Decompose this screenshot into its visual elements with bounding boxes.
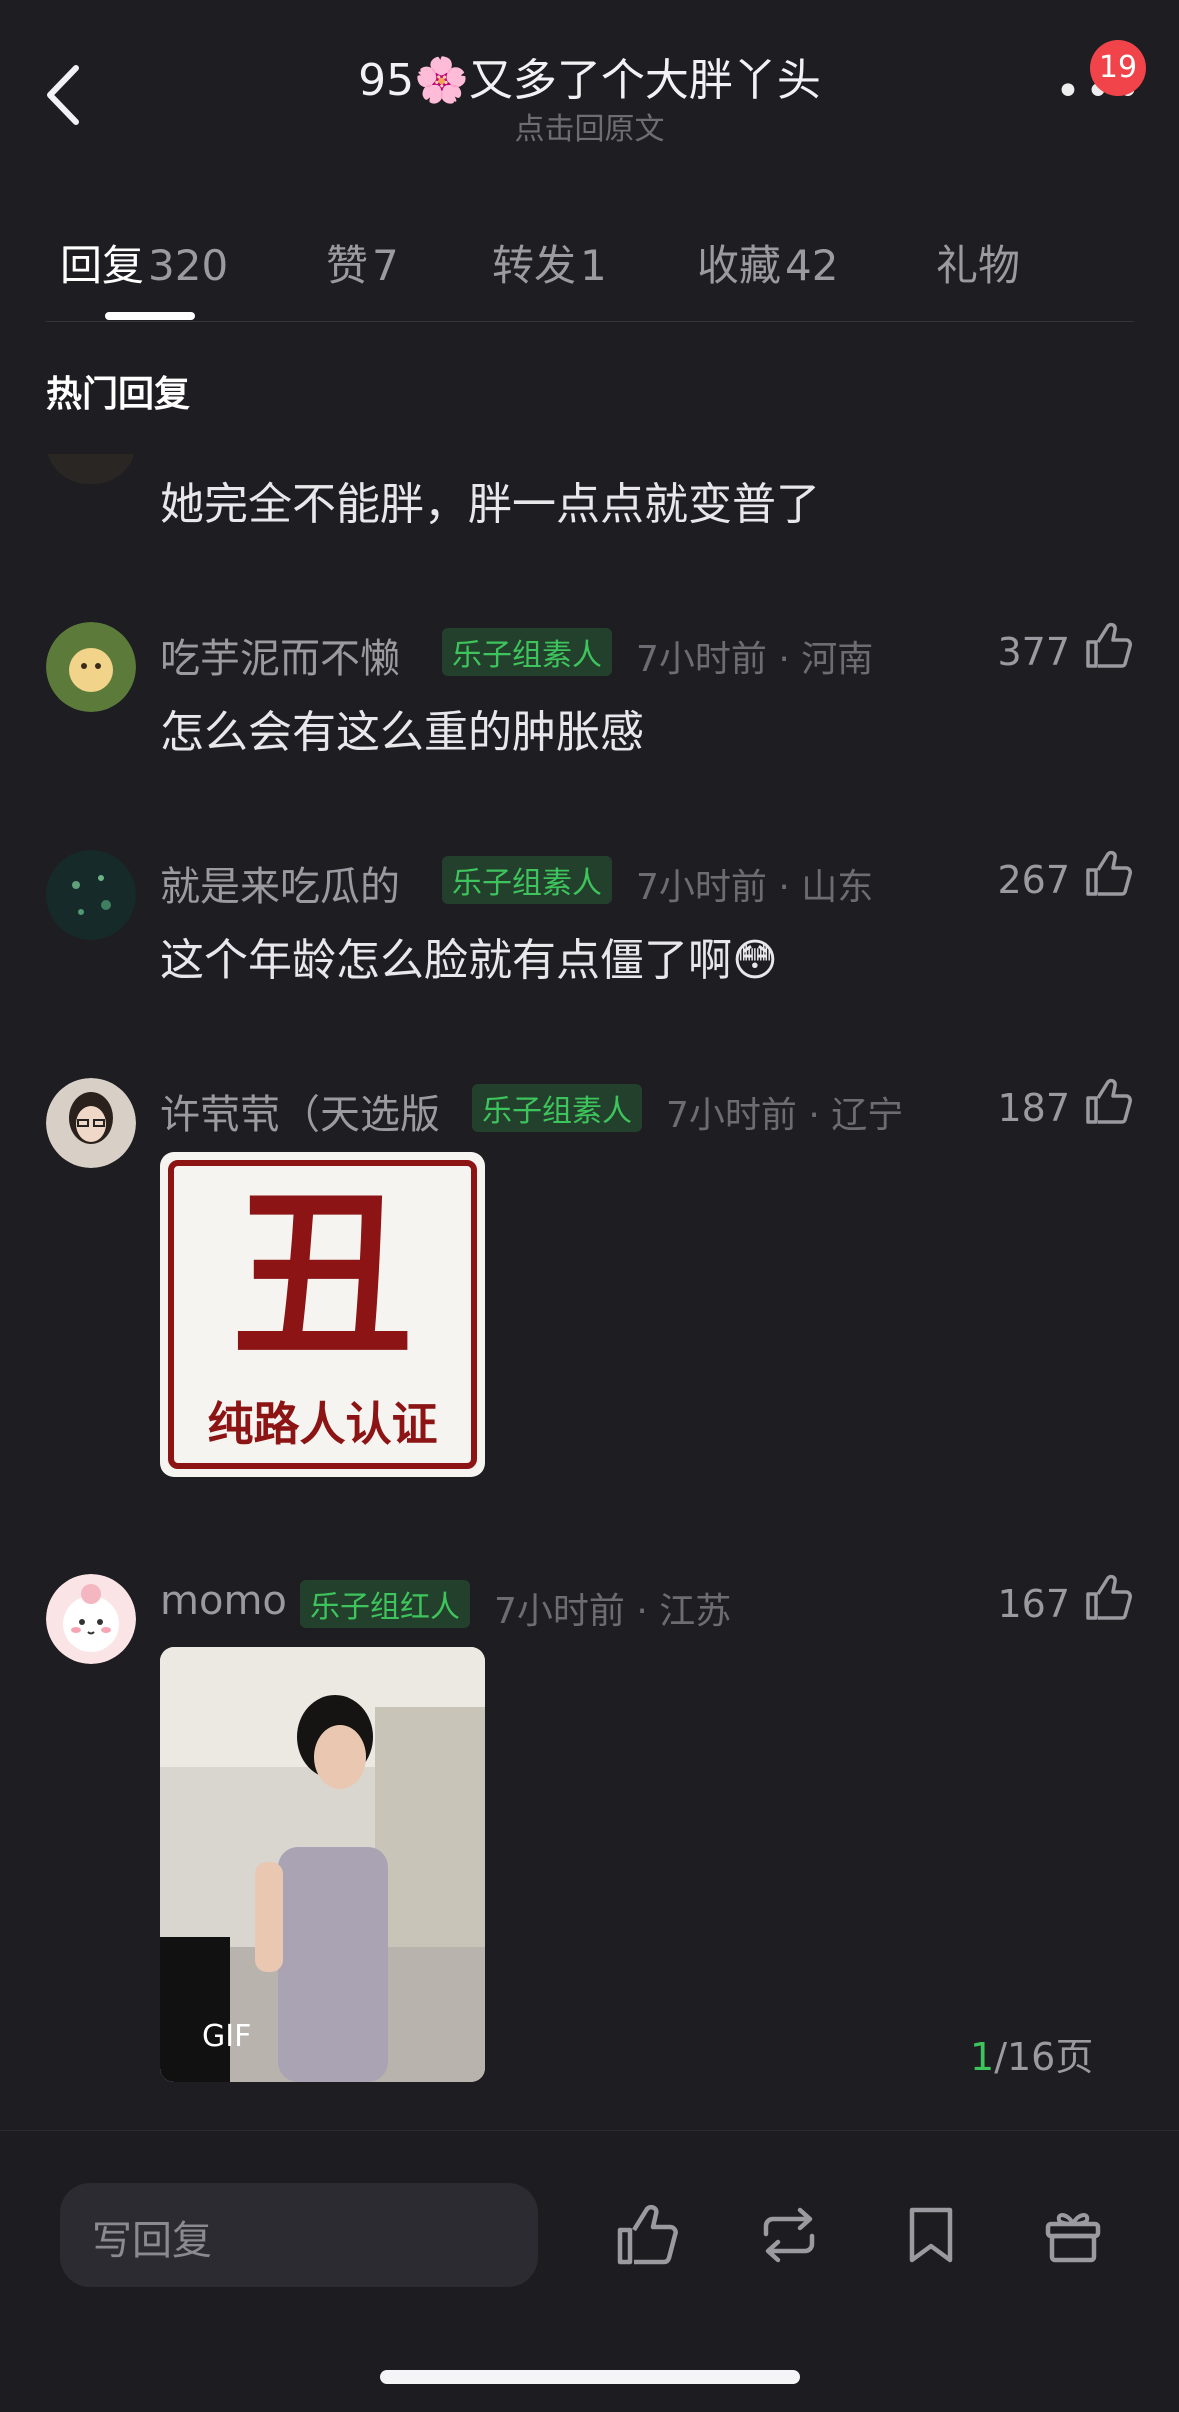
comment-text: 她完全不能胖，胖一点点就变普了 xyxy=(160,479,820,530)
tab-label: 收藏 xyxy=(697,241,782,290)
avatar-image xyxy=(46,622,136,712)
gif-image xyxy=(160,1647,485,2082)
tab-label: 转发 xyxy=(492,241,577,290)
comment-meta: 7小时前 · 河南 xyxy=(636,639,874,680)
page-title[interactable]: 95🌸又多了个大胖丫头 xyxy=(0,44,1179,108)
repost-icon[interactable] xyxy=(754,2200,824,2270)
thumb-up-icon[interactable] xyxy=(1082,1076,1134,1128)
bookmark-icon[interactable] xyxy=(896,2200,966,2270)
thumb-up-icon[interactable] xyxy=(1082,848,1134,900)
comment-meta: 7小时前 · 江苏 xyxy=(494,1591,732,1632)
like-count: 267 xyxy=(997,858,1070,902)
avatar-image xyxy=(46,1574,136,1664)
home-indicator xyxy=(380,2370,800,2384)
username[interactable]: momo xyxy=(160,1578,287,1624)
tab-label: 回复 xyxy=(60,241,145,290)
comment-image[interactable]: 丑 纯路人认证 xyxy=(160,1152,485,1477)
stamp-character: 丑 xyxy=(232,1170,413,1381)
tab-active-indicator xyxy=(105,312,195,320)
user-tag: 乐子组素人 xyxy=(472,1084,642,1132)
tab-count: 320 xyxy=(148,241,229,290)
avatar[interactable] xyxy=(46,1574,136,1664)
comment-meta: 7小时前 · 山东 xyxy=(636,867,874,908)
stamp-caption: 纯路人认证 xyxy=(207,1397,438,1451)
like-count: 167 xyxy=(997,1582,1070,1626)
reply-placeholder: 写回复 xyxy=(92,2218,212,2264)
comment-text: 这个年龄怎么脸就有点僵了啊😳 xyxy=(160,935,778,986)
username[interactable]: 吃芋泥而不懒 xyxy=(160,626,400,684)
username[interactable]: 就是来吃瓜的 xyxy=(160,854,400,912)
view-original-link[interactable]: 点击回原文 xyxy=(0,104,1179,148)
like-count: 187 xyxy=(997,1086,1070,1130)
thumb-up-icon[interactable] xyxy=(612,2200,682,2270)
user-tag: 乐子组红人 xyxy=(300,1580,470,1628)
gif-badge: GIF xyxy=(202,2019,252,2054)
avatar[interactable] xyxy=(46,850,136,940)
avatar[interactable] xyxy=(46,622,136,712)
user-tag: 乐子组素人 xyxy=(442,856,612,904)
tab-count: 1 xyxy=(580,241,607,290)
thumb-up-icon[interactable] xyxy=(1082,1572,1134,1624)
avatar-image xyxy=(46,1078,136,1168)
thumb-up-icon[interactable] xyxy=(1082,620,1134,672)
tab-count: 42 xyxy=(785,241,839,290)
tab-divider xyxy=(46,321,1134,322)
notification-badge: 19 xyxy=(1090,40,1146,96)
tab-label: 礼物 xyxy=(936,241,1021,290)
tab-label: 赞 xyxy=(326,241,369,290)
comment-gif[interactable]: GIF xyxy=(160,1647,485,2082)
avatar-image xyxy=(46,850,136,940)
tab-likes[interactable]: 赞7 xyxy=(326,232,399,293)
comment-text: 怎么会有这么重的肿胀感 xyxy=(160,707,644,758)
total-pages: /16页 xyxy=(994,2035,1094,2079)
tab-replies[interactable]: 回复320 xyxy=(60,232,228,293)
hot-replies-heading: 热门回复 xyxy=(46,374,191,415)
user-tag: 乐子组素人 xyxy=(442,628,612,676)
tab-reposts[interactable]: 转发1 xyxy=(492,232,607,293)
comment-meta: 7小时前 · 辽宁 xyxy=(666,1095,904,1136)
like-count: 377 xyxy=(997,630,1070,674)
page-indicator[interactable]: 1/16页 xyxy=(970,2026,1093,2081)
tab-favorites[interactable]: 收藏42 xyxy=(697,232,838,293)
tab-gifts[interactable]: 礼物 xyxy=(936,232,1020,293)
username[interactable]: 许茕茕（天选版 xyxy=(160,1082,440,1140)
gift-icon[interactable] xyxy=(1038,2200,1108,2270)
current-page: 1 xyxy=(970,2035,995,2079)
avatar[interactable] xyxy=(46,1078,136,1168)
tab-count: 7 xyxy=(372,241,399,290)
